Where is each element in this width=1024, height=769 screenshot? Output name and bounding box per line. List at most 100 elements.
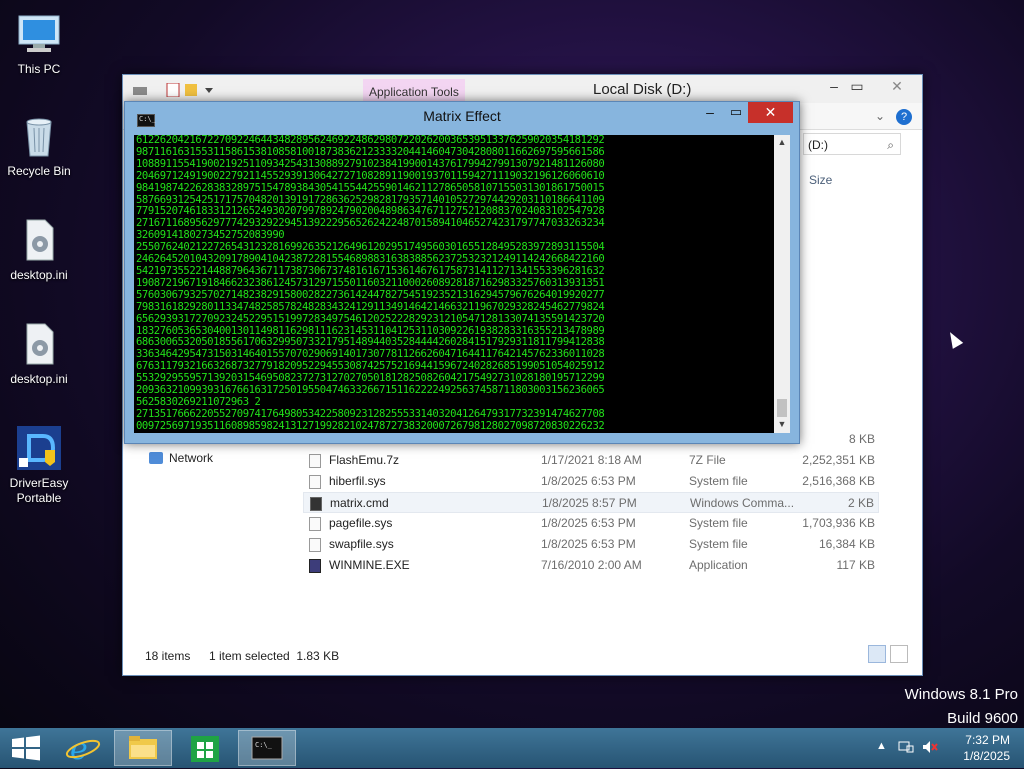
- show-hidden-icons-icon[interactable]: ▲: [876, 740, 887, 752]
- file-row[interactable]: hiberfil.sys 1/8/2025 6:53 PM System fil…: [303, 471, 879, 492]
- file-icon: [309, 475, 321, 489]
- command-prompt-icon: C:\_: [251, 736, 283, 760]
- console-title: Matrix Effect: [423, 108, 501, 124]
- scrollbar-thumb[interactable]: [777, 399, 787, 417]
- close-button[interactable]: ✕: [876, 75, 918, 97]
- monitor-icon: [15, 10, 63, 58]
- clock-date: 1/8/2025: [963, 749, 1010, 763]
- file-type: Application: [689, 558, 748, 572]
- search-box[interactable]: (D:) ⌕: [803, 133, 901, 155]
- clock-time: 7:32 PM: [965, 733, 1010, 747]
- taskbar-internet-explorer[interactable]: e: [56, 730, 110, 767]
- settings-file-icon: [15, 320, 63, 368]
- desktop-icon-drivereasy[interactable]: DriverEasy Portable: [1, 424, 77, 506]
- file-type: 7Z File: [689, 453, 726, 467]
- network-icon: [149, 452, 163, 464]
- large-icons-view-button[interactable]: [890, 645, 908, 663]
- file-row[interactable]: FlashEmu.7z 1/17/2021 8:18 AM 7Z File 2,…: [303, 450, 879, 471]
- application-tools-tab[interactable]: Application Tools: [363, 79, 465, 103]
- file-row-selected[interactable]: matrix.cmd 1/8/2025 8:57 PM Windows Comm…: [303, 492, 879, 513]
- file-type: System file: [689, 537, 748, 551]
- column-header-size[interactable]: Size: [809, 173, 832, 187]
- taskbar-file-explorer[interactable]: [114, 730, 172, 766]
- svg-text:e: e: [70, 732, 88, 766]
- file-date: 1/8/2025 6:53 PM: [541, 516, 636, 530]
- file-name: swapfile.sys: [329, 537, 394, 551]
- explorer-title: Local Disk (D:): [593, 81, 692, 98]
- file-size: 16,384 KB: [818, 537, 875, 551]
- internet-explorer-icon: e: [65, 732, 101, 767]
- volume-muted-icon[interactable]: [922, 740, 938, 757]
- file-size: 2 KB: [847, 496, 874, 510]
- file-type: Windows Comma...: [690, 496, 795, 510]
- minesweeper-icon: [309, 559, 321, 573]
- maximize-button[interactable]: ▭: [840, 75, 874, 97]
- file-size: 2,252,351 KB: [802, 453, 875, 467]
- file-date: 1/8/2025 6:53 PM: [541, 537, 636, 551]
- windows-version-watermark: Windows 8.1 Pro Build 9600: [905, 683, 1018, 731]
- file-type: System file: [689, 516, 748, 530]
- start-button[interactable]: [0, 730, 54, 766]
- desktop-icon-this-pc[interactable]: This PC: [1, 10, 77, 77]
- console-window[interactable]: C:\_ Matrix Effect – ▭ ✕ 612262042167227…: [124, 101, 800, 444]
- console-maximize-button[interactable]: ▭: [725, 104, 747, 120]
- search-box-value: (D:): [808, 138, 828, 152]
- desktop-icon-label: desktop.ini: [10, 372, 68, 386]
- help-icon[interactable]: ?: [896, 109, 912, 125]
- file-icon: [309, 538, 321, 552]
- store-icon: [191, 736, 219, 762]
- file-row[interactable]: pagefile.sys 1/8/2025 6:53 PM System fil…: [303, 513, 879, 534]
- file-size: 1,703,936 KB: [802, 516, 875, 530]
- file-name: hiberfil.sys: [329, 474, 386, 488]
- status-selection: 1 item selected 1.83 KB: [209, 649, 340, 663]
- desktop-icon-desktop-ini-2[interactable]: desktop.ini: [1, 320, 77, 387]
- chevron-down-icon[interactable]: ⌄: [875, 109, 885, 123]
- file-name: matrix.cmd: [330, 496, 389, 510]
- desktop-icon-label: desktop.ini: [10, 268, 68, 282]
- explorer-titlebar[interactable]: Application Tools Local Disk (D:) – ▭ ✕: [123, 75, 922, 103]
- taskbar-clock[interactable]: 7:32 PM 1/8/2025: [963, 732, 1010, 764]
- file-name: WINMINE.EXE: [329, 558, 410, 572]
- file-date: 1/8/2025 6:53 PM: [541, 474, 636, 488]
- watermark-edition: Windows 8.1 Pro: [904, 686, 1018, 703]
- file-name: pagefile.sys: [329, 516, 393, 530]
- network-status-icon[interactable]: [898, 740, 914, 757]
- nav-item-label: Network: [169, 451, 214, 465]
- taskbar-command-prompt[interactable]: C:\_: [238, 730, 296, 766]
- file-date: 1/8/2025 8:57 PM: [542, 496, 637, 510]
- details-view-button[interactable]: [868, 645, 886, 663]
- search-icon[interactable]: ⌕: [887, 134, 894, 156]
- drivereasy-icon: [15, 424, 63, 472]
- taskbar[interactable]: e C:\_ ▲ 7:32 PM 1/8/2025: [0, 728, 1024, 768]
- console-minimize-button[interactable]: –: [699, 104, 721, 120]
- file-size: 117 KB: [836, 558, 875, 572]
- console-output[interactable]: 6122620421672270922464434828956246922486…: [134, 135, 774, 433]
- settings-file-icon: [15, 216, 63, 264]
- mouse-cursor-icon: [944, 329, 964, 349]
- recycle-bin-icon: [15, 112, 63, 160]
- desktop-icon-desktop-ini-1[interactable]: desktop.ini: [1, 216, 77, 283]
- svg-text:C:\_: C:\_: [255, 741, 273, 749]
- file-icon: [309, 517, 321, 531]
- desktop-icon-recycle-bin[interactable]: Recycle Bin: [1, 112, 77, 179]
- file-icon: [309, 454, 321, 468]
- scroll-up-icon[interactable]: ▲: [774, 137, 790, 147]
- file-name: FlashEmu.7z: [329, 453, 400, 467]
- desktop-icon-label: Recycle Bin: [7, 164, 71, 178]
- file-date: 1/17/2021 8:18 AM: [541, 453, 642, 467]
- file-date: 7/16/2010 2:00 AM: [541, 558, 642, 572]
- windows-logo-icon: [12, 735, 40, 761]
- file-row[interactable]: swapfile.sys 1/8/2025 6:53 PM System fil…: [303, 534, 879, 555]
- quick-access-toolbar[interactable]: [133, 82, 223, 98]
- nav-item-network[interactable]: Network: [149, 451, 213, 465]
- file-row[interactable]: WINMINE.EXE 7/16/2010 2:00 AM Applicatio…: [303, 555, 879, 576]
- cmd-file-icon: [310, 497, 322, 511]
- file-type: System file: [689, 474, 748, 488]
- taskbar-store[interactable]: [178, 730, 232, 766]
- desktop-icon-label: This PC: [17, 62, 61, 76]
- status-item-count: 18 items: [145, 649, 191, 663]
- desktop-icon-label: DriverEasy Portable: [9, 476, 69, 505]
- console-close-button[interactable]: ✕: [748, 102, 793, 123]
- scroll-down-icon[interactable]: ▼: [774, 419, 790, 429]
- console-scrollbar[interactable]: ▲ ▼: [774, 135, 790, 433]
